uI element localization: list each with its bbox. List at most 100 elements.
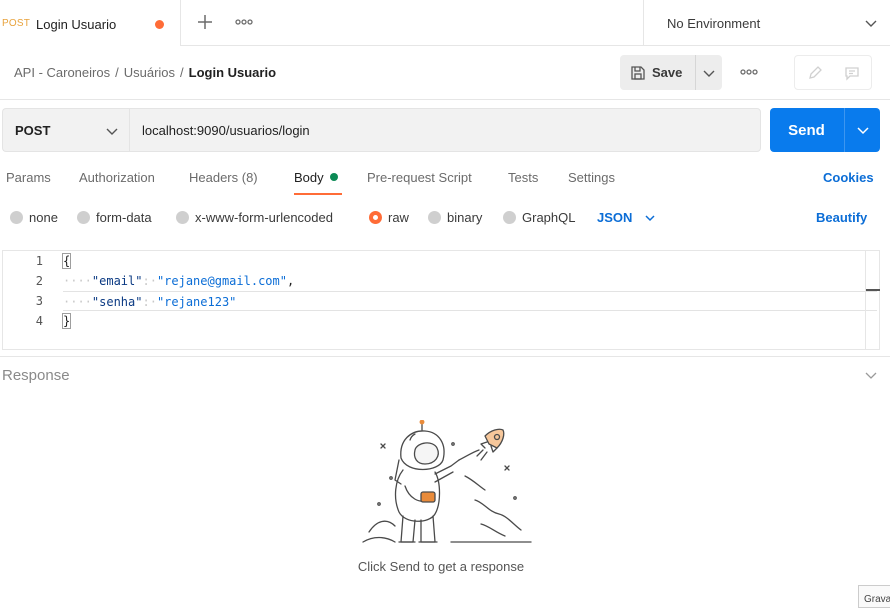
comment-icon[interactable]: [837, 59, 867, 86]
radio-circle: [503, 211, 516, 224]
more-actions-button[interactable]: [739, 64, 759, 80]
astronaut-rocket-icon: [362, 420, 532, 543]
code-value: "rejane@gmail.com": [156, 274, 287, 288]
body-has-content-dot: [329, 173, 338, 181]
beautify-link[interactable]: Beautify: [816, 210, 867, 225]
save-button-group: Save: [620, 55, 722, 90]
side-panel-toggles: [794, 55, 872, 90]
body-format-select[interactable]: JSON: [597, 210, 656, 225]
http-method-label: POST: [15, 123, 51, 138]
unsaved-changes-dot: [155, 20, 164, 29]
ellipsis-icon: [235, 19, 253, 25]
code-line: {: [61, 251, 72, 271]
url-text: localhost:9090/usuarios/login: [142, 123, 310, 138]
tab-body-label: Body: [294, 170, 324, 185]
radio-circle-selected: [369, 211, 382, 224]
pencil-icon[interactable]: [799, 59, 831, 86]
tab-bar: POST Login Usuario No Environment: [0, 0, 890, 46]
send-button-group: Send: [770, 108, 880, 152]
breadcrumb-separator: /: [180, 65, 184, 80]
request-tabs: Params Authorization Headers (8) Body Pr…: [0, 170, 890, 196]
code-line: ····"email":·"rejane@gmail.com",: [63, 271, 294, 291]
radio-binary-label: binary: [447, 210, 483, 225]
code-indent: ····: [63, 295, 92, 309]
tab-tests[interactable]: Tests: [508, 170, 538, 185]
radio-form-data[interactable]: form-data: [77, 210, 152, 225]
overlay-badge: Grava: [858, 585, 890, 608]
tab-pre-request-script[interactable]: Pre-request Script: [367, 170, 472, 185]
tab-params[interactable]: Params: [6, 170, 51, 185]
radio-graphql[interactable]: GraphQL: [503, 210, 575, 225]
environment-label: No Environment: [667, 16, 761, 31]
body-format-label: JSON: [597, 210, 633, 225]
response-title: Response: [2, 367, 70, 384]
radio-circle: [77, 211, 90, 224]
radio-raw[interactable]: raw: [369, 210, 409, 225]
save-options-button[interactable]: [695, 55, 722, 90]
editor-scrollbar-thumb[interactable]: [866, 289, 880, 291]
active-tab-underline: [294, 193, 342, 195]
ellipsis-icon: [740, 69, 758, 75]
code-area[interactable]: { ····"email":·"rejane@gmail.com", ····"…: [61, 251, 877, 349]
code-close-brace: }: [61, 313, 72, 329]
code-colon: :·: [142, 274, 157, 288]
code-line: }: [61, 311, 72, 331]
plus-icon: [198, 15, 212, 29]
code-line-current: ····"senha":·"rejane123": [63, 291, 877, 311]
tab-headers[interactable]: Headers (8): [189, 170, 258, 185]
tab-body[interactable]: Body: [294, 170, 338, 185]
environment-selector[interactable]: No Environment: [643, 0, 890, 46]
body-code-editor[interactable]: 1 2 3 4 { ····"email":·"rejane@gmail.com…: [2, 250, 880, 350]
more-tabs-button[interactable]: [234, 14, 254, 30]
send-button[interactable]: Send: [770, 108, 843, 152]
radio-graphql-label: GraphQL: [522, 210, 576, 225]
breadcrumb-folder[interactable]: Usuários: [124, 65, 175, 80]
request-tab-method: POST: [2, 18, 31, 29]
code-colon: :·: [142, 295, 157, 309]
radio-x-www-form-urlencoded[interactable]: x-www-form-urlencoded: [176, 210, 333, 225]
code-indent: ····: [63, 274, 92, 288]
response-empty-hint: Click Send to get a response: [357, 559, 525, 574]
header-divider: [0, 99, 890, 100]
chevron-down-icon: [856, 127, 869, 135]
line-number: 1: [35, 254, 43, 268]
tab-settings[interactable]: Settings: [568, 170, 615, 185]
chevron-down-icon: [865, 20, 877, 27]
save-button-label: Save: [652, 65, 683, 80]
request-tab[interactable]: POST Login Usuario: [0, 0, 181, 46]
radio-binary[interactable]: binary: [428, 210, 482, 225]
chevron-down-icon: [703, 70, 715, 77]
cookies-link[interactable]: Cookies: [823, 170, 874, 185]
body-type-radios: none form-data x-www-form-urlencoded raw…: [0, 210, 890, 230]
breadcrumb: API - Caroneiros / Usuários / Login Usuario: [14, 65, 276, 80]
send-options-button[interactable]: [844, 108, 880, 152]
radio-circle: [176, 211, 189, 224]
chevron-down-icon: [645, 214, 655, 221]
url-input[interactable]: localhost:9090/usuarios/login: [129, 108, 761, 152]
radio-none[interactable]: none: [10, 210, 58, 225]
line-number: 3: [35, 294, 43, 308]
tab-authorization[interactable]: Authorization: [79, 170, 155, 185]
response-divider: [0, 356, 890, 357]
code-key: "email": [91, 274, 143, 288]
editor-scrollbar[interactable]: [865, 251, 880, 349]
line-number: 4: [35, 314, 43, 328]
radio-raw-label: raw: [388, 210, 409, 225]
code-value: "rejane123": [156, 295, 237, 309]
code-open-brace: {: [61, 253, 72, 269]
new-tab-button[interactable]: [194, 11, 216, 33]
radio-form-data-label: form-data: [96, 210, 152, 225]
chevron-down-icon: [106, 128, 118, 135]
breadcrumb-current[interactable]: Login Usuario: [189, 65, 276, 80]
line-number-gutter: 1 2 3 4: [3, 251, 61, 349]
save-button[interactable]: Save: [620, 55, 694, 90]
http-method-select[interactable]: POST: [2, 108, 129, 152]
radio-circle: [428, 211, 441, 224]
code-key: "senha": [91, 295, 143, 309]
chevron-down-icon[interactable]: [864, 368, 878, 382]
code-comma: ,: [286, 274, 295, 288]
request-tab-title: Login Usuario: [36, 17, 117, 32]
save-icon: [631, 65, 645, 80]
breadcrumb-collection[interactable]: API - Caroneiros: [14, 65, 110, 80]
radio-urlencoded-label: x-www-form-urlencoded: [195, 210, 333, 225]
